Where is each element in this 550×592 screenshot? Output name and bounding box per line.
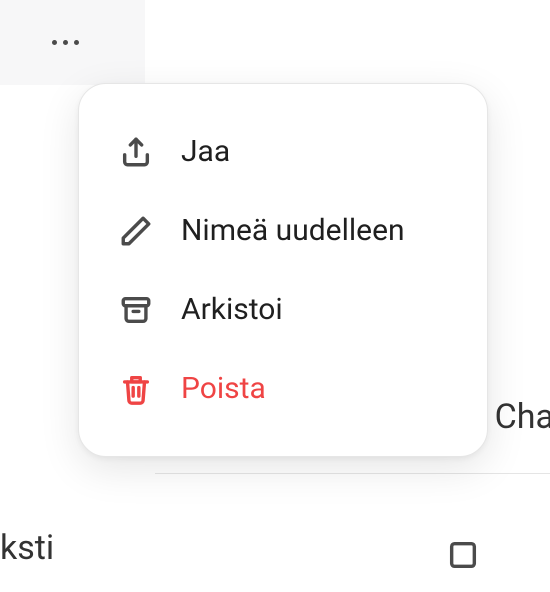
background-send-icon	[446, 538, 480, 572]
background-text-right: Cha	[495, 397, 550, 437]
background-text-left: ksti	[0, 528, 54, 568]
trash-icon	[119, 372, 153, 406]
menu-item-share[interactable]: Jaa	[99, 112, 467, 191]
menu-item-archive[interactable]: Arkistoi	[99, 270, 467, 349]
menu-item-delete[interactable]: Poista	[99, 349, 467, 428]
menu-item-label: Nimeä uudelleen	[181, 213, 405, 248]
background-divider	[155, 473, 550, 474]
context-menu: Jaa Nimeä uudelleen Arkistoi	[78, 83, 488, 457]
share-icon	[119, 135, 153, 169]
more-options-button[interactable]	[52, 40, 79, 45]
menu-item-rename[interactable]: Nimeä uudelleen	[99, 191, 467, 270]
menu-item-label: Jaa	[181, 134, 230, 169]
background-toolbar	[155, 520, 550, 592]
menu-item-label: Poista	[181, 371, 266, 406]
menu-item-label: Arkistoi	[181, 292, 283, 327]
archive-icon	[119, 293, 153, 327]
pencil-icon	[119, 214, 153, 248]
